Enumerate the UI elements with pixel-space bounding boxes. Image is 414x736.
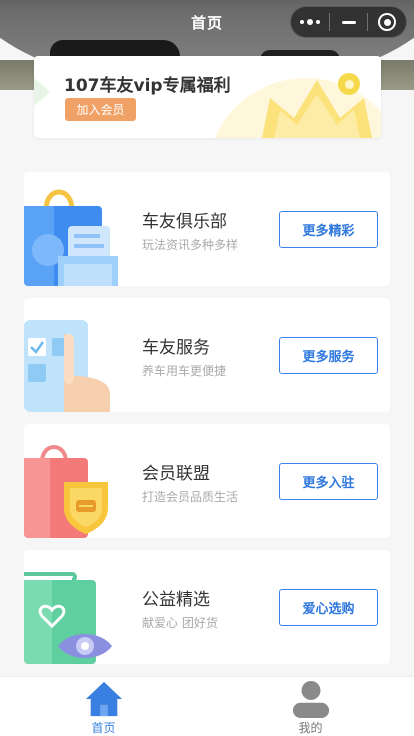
vip-title: 107车友vip专属福利 [64,76,231,96]
page-title: 首页 [190,13,223,32]
charity-bag-icon [24,572,112,664]
card-subtitle: 献爱心 团好货 [142,616,218,630]
join-member-button[interactable]: 加入会员 [65,98,136,121]
tablet-tap-icon [24,320,110,412]
bottom-tab-bar: 首页 我的 [0,676,414,736]
home-icon [85,681,122,717]
navigation-bar: 首页 [0,0,414,44]
more-menu-button[interactable] [291,7,329,37]
tab-label: 首页 [91,721,116,735]
card-title: 车友服务 [142,338,210,358]
card-car-service[interactable]: 车友服务 养车用车更便捷 更多服务 [24,298,390,412]
minimize-button[interactable] [330,7,368,37]
card-title: 公益精选 [142,590,210,610]
vip-banner[interactable]: 107车友vip专属福利 加入会员 [34,56,381,138]
more-dots-icon [299,19,320,25]
card-member-alliance[interactable]: 会员联盟 打造会员品质生活 更多入驻 [24,424,390,538]
user-icon [292,680,329,718]
card-title: 会员联盟 [142,464,210,484]
more-highlights-button[interactable]: 更多精彩 [279,211,378,248]
tab-label: 我的 [298,721,323,735]
more-join-button[interactable]: 更多入驻 [279,463,378,500]
card-charity-select[interactable]: 公益精选 献爱心 团好货 爱心选购 [24,550,390,664]
decoration-arrow-icon [34,78,50,106]
card-subtitle: 玩法资讯多种多样 [142,238,239,252]
member-bag-icon [24,445,108,538]
more-services-button[interactable]: 更多服务 [279,337,378,374]
feature-card-list: 车友俱乐部 玩法资讯多种多样 更多精彩 车友服务 养车用车更便捷 更多服务 会员… [24,172,390,676]
close-target-icon [378,13,397,31]
card-title: 车友俱乐部 [142,212,227,232]
tab-home[interactable]: 首页 [0,677,207,736]
coin-icon [338,73,360,95]
miniprogram-capsule [290,6,407,38]
minimize-icon [341,20,356,24]
card-subtitle: 打造会员品质生活 [142,490,239,504]
tab-mine[interactable]: 我的 [207,677,414,736]
card-subtitle: 养车用车更便捷 [142,364,227,378]
card-car-club[interactable]: 车友俱乐部 玩法资讯多种多样 更多精彩 [24,172,390,286]
close-button[interactable] [368,7,406,37]
shopping-bag-icon [24,189,118,286]
charity-shop-button[interactable]: 爱心选购 [279,589,378,626]
